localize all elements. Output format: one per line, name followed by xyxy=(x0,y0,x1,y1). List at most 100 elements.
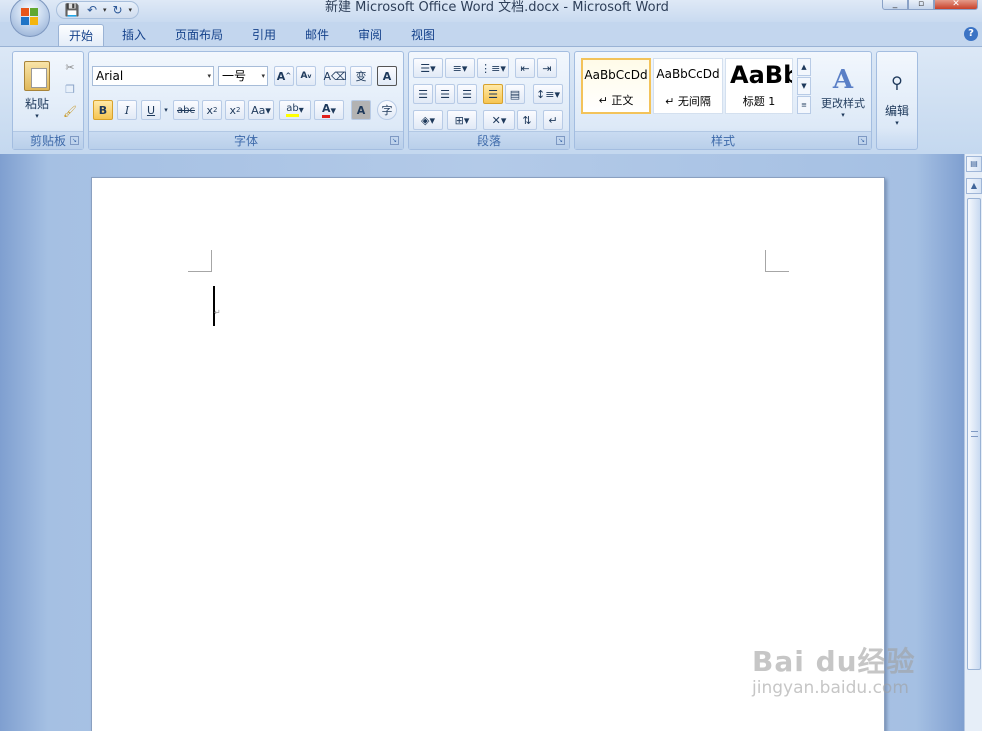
underline-icon[interactable]: U xyxy=(141,100,161,120)
style-no-spacing[interactable]: AaBbCcDd ↵ 无间隔 xyxy=(653,58,723,114)
change-styles-icon: A xyxy=(832,65,854,95)
increase-indent-icon[interactable]: ⇥ xyxy=(537,58,557,78)
crop-mark-top-right xyxy=(765,271,789,272)
editing-button[interactable]: ⚲ 编辑 ▾ xyxy=(879,56,915,144)
underline-dropdown-icon[interactable]: ▾ xyxy=(162,104,170,116)
chevron-down-icon: ▾ xyxy=(261,72,265,80)
window-controls: _ ▫ ✕ xyxy=(882,0,978,10)
paragraph-launcher-icon[interactable]: ↘ xyxy=(556,136,565,145)
tab-page-layout[interactable]: 页面布局 xyxy=(168,24,230,46)
editing-label: 编辑 xyxy=(884,104,909,118)
gallery-down-icon[interactable]: ▼ xyxy=(797,77,811,95)
chevron-down-icon: ▾ xyxy=(207,72,211,80)
tab-home[interactable]: 开始 xyxy=(58,24,104,46)
paragraph-mark-icon: ↵ xyxy=(214,308,221,317)
style-sample: AaBbCcDd xyxy=(584,68,648,82)
multilevel-list-icon[interactable]: ⋮≡▾ xyxy=(477,58,509,78)
chevron-down-icon: ▾ xyxy=(841,111,845,119)
sort-icon[interactable]: ⇅ xyxy=(517,110,537,130)
highlight-color-icon[interactable]: ab ▾ xyxy=(279,100,311,120)
cut-icon[interactable]: ✂ xyxy=(61,58,79,76)
crop-mark-top-left xyxy=(188,271,212,272)
paste-icon xyxy=(24,60,50,91)
ribbon: 粘贴 ▾ ✂ ❐ 🖌 剪贴板 ↘ Arial ▾ 一号 ▾ A ^ Av A⌫ 变… xyxy=(0,46,982,154)
show-hide-marks-icon[interactable]: ↵ xyxy=(543,110,563,130)
format-painter-icon[interactable]: 🖌 xyxy=(61,102,79,120)
grow-font-icon[interactable]: A ^ xyxy=(274,66,294,86)
font-group-label: 字体 xyxy=(89,131,403,149)
undo-icon[interactable]: ↶ xyxy=(83,2,101,18)
font-color-icon[interactable]: A ▾ xyxy=(314,100,344,120)
clear-formatting-icon[interactable]: A⌫ xyxy=(323,66,347,86)
superscript-icon[interactable]: x2 xyxy=(225,100,245,120)
align-center-icon[interactable]: ☰ xyxy=(435,84,455,104)
styles-launcher-icon[interactable]: ↘ xyxy=(858,136,867,145)
line-spacing-icon[interactable]: ↕≡▾ xyxy=(533,84,563,104)
gallery-more-icon[interactable]: ≡ xyxy=(797,96,811,114)
bullets-icon[interactable]: ☰▾ xyxy=(413,58,443,78)
change-case-label: Aa xyxy=(251,103,266,117)
phonetic-guide-icon[interactable]: 变 xyxy=(350,66,372,86)
font-size-combo[interactable]: 一号 ▾ xyxy=(218,66,268,86)
tab-review[interactable]: 审阅 xyxy=(350,24,390,46)
align-left-icon[interactable]: ☰ xyxy=(413,84,433,104)
italic-icon[interactable]: I xyxy=(117,100,137,120)
font-group: Arial ▾ 一号 ▾ A ^ Av A⌫ 变 A B I U ▾ abc x2… xyxy=(88,51,404,150)
character-border-icon[interactable]: A xyxy=(377,66,397,86)
help-icon[interactable]: ? xyxy=(964,27,978,41)
save-icon[interactable]: 💾 xyxy=(63,2,81,18)
tab-references[interactable]: 引用 xyxy=(244,24,284,46)
chevron-down-icon: ▾ xyxy=(895,119,899,127)
tab-view[interactable]: 视图 xyxy=(403,24,443,46)
gallery-up-icon[interactable]: ▲ xyxy=(797,58,811,76)
paragraph-group-label: 段落 xyxy=(409,131,569,149)
undo-dropdown-icon[interactable]: ▾ xyxy=(103,6,107,14)
borders-icon[interactable]: ⊞▾ xyxy=(447,110,477,130)
style-normal[interactable]: AaBbCcDd ↵ 正文 xyxy=(581,58,651,114)
change-case-icon[interactable]: Aa ▾ xyxy=(248,100,274,120)
tab-insert[interactable]: 插入 xyxy=(114,24,154,46)
numbering-icon[interactable]: ≡▾ xyxy=(445,58,475,78)
justify-icon[interactable]: ☰ xyxy=(483,84,503,104)
decrease-indent-icon[interactable]: ⇤ xyxy=(515,58,535,78)
enclose-characters-icon[interactable]: 字 xyxy=(377,100,397,120)
font-size-value: 一号 xyxy=(222,69,247,83)
styles-group-label: 样式 xyxy=(575,131,871,149)
paste-button[interactable]: 粘贴 ▾ xyxy=(19,56,55,124)
binoculars-icon: ⚲ xyxy=(891,73,903,92)
office-logo-icon xyxy=(21,8,39,26)
maximize-button[interactable]: ▫ xyxy=(908,0,934,10)
font-family-value: Arial xyxy=(96,69,124,83)
distributed-icon[interactable]: ▤ xyxy=(505,84,525,104)
change-styles-button[interactable]: A 更改样式 ▾ xyxy=(815,56,871,128)
font-family-combo[interactable]: Arial ▾ xyxy=(92,66,214,86)
customize-qat-icon[interactable]: ▾ xyxy=(129,6,133,14)
chinese-layout-icon[interactable]: ✕▾ xyxy=(483,110,515,130)
crop-mark-top-right xyxy=(765,250,766,272)
font-launcher-icon[interactable]: ↘ xyxy=(390,136,399,145)
redo-icon[interactable]: ↻ xyxy=(109,2,127,18)
paragraph-group: ☰▾ ≡▾ ⋮≡▾ ⇤ ⇥ ☰ ☰ ☰ ☰ ▤ ↕≡▾ ◈▾ ⊞▾ ✕▾ ⇅ ↵… xyxy=(408,51,570,150)
ruler-toggle-icon[interactable]: ▤ xyxy=(966,156,982,172)
strikethrough-icon[interactable]: abc xyxy=(173,100,199,120)
baidu-watermark: Bai du经验 jingyan.baidu.com xyxy=(752,640,916,698)
scroll-thumb[interactable] xyxy=(967,198,981,670)
style-heading-1[interactable]: AaBb 标题 1 xyxy=(725,58,793,114)
copy-icon[interactable]: ❐ xyxy=(61,80,79,98)
scroll-up-icon[interactable]: ▲ xyxy=(966,178,982,194)
editing-group: ⚲ 编辑 ▾ xyxy=(876,51,918,150)
tab-mailings[interactable]: 邮件 xyxy=(297,24,337,46)
bold-icon[interactable]: B xyxy=(93,100,113,120)
minimize-button[interactable]: _ xyxy=(882,0,908,10)
align-right-icon[interactable]: ☰ xyxy=(457,84,477,104)
shrink-font-icon[interactable]: Av xyxy=(296,66,316,86)
ribbon-tabs: 开始 插入 页面布局 引用 邮件 审阅 视图 ? xyxy=(0,22,982,46)
vertical-scrollbar[interactable]: ▤ ▲ xyxy=(964,154,982,731)
watermark-sub: jingyan.baidu.com xyxy=(752,678,909,698)
change-styles-label: 更改样式 xyxy=(821,97,865,110)
shading-icon[interactable]: ◈▾ xyxy=(413,110,443,130)
character-shading-icon[interactable]: A xyxy=(351,100,371,120)
clipboard-launcher-icon[interactable]: ↘ xyxy=(70,136,79,145)
close-button[interactable]: ✕ xyxy=(934,0,978,10)
subscript-icon[interactable]: x2 xyxy=(202,100,222,120)
